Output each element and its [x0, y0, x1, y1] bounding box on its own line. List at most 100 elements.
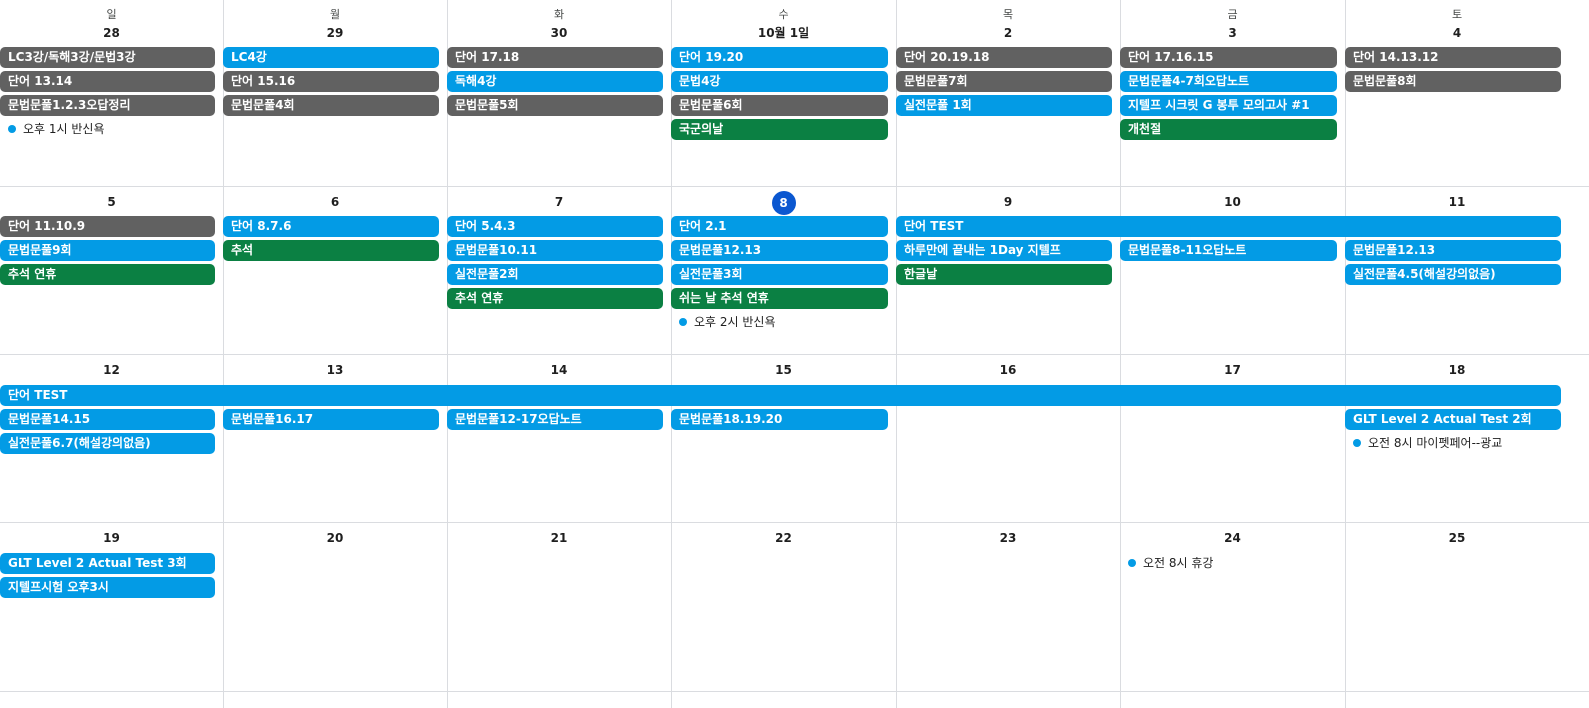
event-chip[interactable]: 문법문풀18.19.20 [671, 409, 888, 430]
event-chip[interactable]: 문법문풀7회 [896, 71, 1112, 92]
event-chip[interactable]: 단어 20.19.18 [896, 47, 1112, 68]
row-divider [0, 186, 1589, 187]
event-chip[interactable]: 단어 17.16.15 [1120, 47, 1337, 68]
timed-event[interactable]: 오전 8시 마이펫페어--광교 [1353, 433, 1502, 453]
day-number[interactable]: 23 [896, 528, 1120, 548]
day-number[interactable]: 6 [223, 192, 447, 212]
event-chip[interactable]: 단어 17.18 [447, 47, 663, 68]
calendar-color-dot [679, 317, 687, 326]
event-chip[interactable]: 단어 14.13.12 [1345, 47, 1561, 68]
event-chip[interactable]: 실전문풀 1회 [896, 95, 1112, 116]
event-chip[interactable]: 문법문풀14.15 [0, 409, 215, 430]
day-number[interactable]: 10 [1120, 192, 1345, 212]
event-chip[interactable]: LC4강 [223, 47, 439, 68]
day-number[interactable]: 18 [1345, 360, 1569, 380]
weekday-header: 일 [106, 8, 117, 21]
event-chip[interactable]: 국군의날 [671, 119, 888, 140]
event-chip[interactable]: 단어 11.10.9 [0, 216, 215, 237]
event-chip[interactable]: 추석 연휴 [0, 264, 215, 285]
day-number[interactable]: 2 [896, 23, 1120, 43]
month-calendar-grid: 일 월 화 수 목 금 토 28 29 30 10월 1일 2 3 4 LC3강/독해3강/문법3강 단어 1… [0, 0, 1589, 708]
event-chip[interactable]: 개천절 [1120, 119, 1337, 140]
event-chip[interactable]: 단어 19.20 [671, 47, 888, 68]
day-number[interactable]: 30 [447, 23, 671, 43]
timed-event[interactable]: 오후 2시 반신욕 [679, 312, 776, 332]
event-chip[interactable]: 지텔프 시크릿 G 봉투 모의고사 #1 [1120, 95, 1337, 116]
day-number[interactable]: 4 [1345, 23, 1569, 43]
day-number[interactable]: 19 [0, 528, 223, 548]
event-chip[interactable]: 단어 15.16 [223, 71, 439, 92]
event-chip[interactable]: 문법문풀4회 [223, 95, 439, 116]
row-divider [0, 522, 1589, 523]
day-number[interactable]: 9 [896, 192, 1120, 212]
event-chip[interactable]: LC3강/독해3강/문법3강 [0, 47, 215, 68]
weekday-header: 화 [553, 8, 565, 21]
event-chip[interactable]: GLT Level 2 Actual Test 3회 [0, 553, 215, 574]
day-number[interactable]: 15 [671, 360, 896, 380]
timed-event-label: 오전 8시 마이펫페어--광교 [1368, 436, 1503, 450]
day-number[interactable]: 21 [447, 528, 671, 548]
event-chip[interactable]: 단어 2.1 [671, 216, 888, 237]
event-chip[interactable]: 단어 8.7.6 [223, 216, 439, 237]
event-chip[interactable]: 한글날 [896, 264, 1112, 285]
event-chip[interactable]: 단어 TEST [0, 385, 1561, 406]
day-number[interactable]: 5 [0, 192, 223, 212]
day-number[interactable]: 14 [447, 360, 671, 380]
event-chip[interactable]: GLT Level 2 Actual Test 2회 [1345, 409, 1561, 430]
event-chip[interactable]: 문법문풀1.2.3오답정리 [0, 95, 215, 116]
event-chip[interactable]: 문법문풀6회 [671, 95, 888, 116]
timed-event[interactable]: 오후 1시 반신욕 [8, 119, 105, 139]
weekday-header: 수 [778, 8, 789, 21]
weekday-header: 금 [1227, 8, 1238, 21]
event-chip[interactable]: 문법문풀10.11 [447, 240, 663, 261]
event-chip[interactable]: 단어 13.14 [0, 71, 215, 92]
event-chip[interactable]: 쉬는 날 추석 연휴 [671, 288, 888, 309]
calendar-color-dot [1128, 558, 1136, 567]
event-chip[interactable]: 문법문풀5회 [447, 95, 663, 116]
timed-event-label: 오전 8시 휴강 [1143, 556, 1214, 570]
day-number[interactable]: 12 [0, 360, 223, 380]
event-chip[interactable]: 문법문풀4-7회오답노트 [1120, 71, 1337, 92]
weekday-header: 월 [329, 8, 341, 21]
day-number[interactable]: 11 [1345, 192, 1569, 212]
timed-event-label: 오후 2시 반신욕 [694, 315, 776, 329]
event-chip[interactable]: 추석 [223, 240, 439, 261]
event-chip[interactable]: 실전문풀3회 [671, 264, 888, 285]
day-number[interactable]: 24 [1120, 528, 1345, 548]
event-chip[interactable]: 문법문풀16.17 [223, 409, 439, 430]
event-chip[interactable]: 문법문풀12.13 [1345, 240, 1561, 261]
calendar-color-dot [1353, 438, 1361, 447]
event-chip[interactable]: 문법4강 [671, 71, 888, 92]
row-divider [0, 354, 1589, 355]
event-chip[interactable]: 실전문풀6.7(해설강의없음) [0, 433, 215, 454]
day-number[interactable]: 25 [1345, 528, 1569, 548]
event-chip[interactable]: 실전문풀4.5(해설강의없음) [1345, 264, 1561, 285]
day-number[interactable]: 13 [223, 360, 447, 380]
event-chip[interactable]: 문법문풀8-11오답노트 [1120, 240, 1337, 261]
day-number[interactable]: 20 [223, 528, 447, 548]
timed-event[interactable]: 오전 8시 휴강 [1128, 553, 1213, 573]
event-chip[interactable]: 추석 연휴 [447, 288, 663, 309]
day-number[interactable]: 29 [223, 23, 447, 43]
event-chip[interactable]: 문법문풀12.13 [671, 240, 888, 261]
event-chip[interactable]: 단어 TEST [896, 216, 1561, 237]
event-chip[interactable]: 하루만에 끝내는 1Day 지텔프 [896, 240, 1112, 261]
event-chip[interactable]: 단어 5.4.3 [447, 216, 663, 237]
event-chip[interactable]: 문법문풀9회 [0, 240, 215, 261]
day-number[interactable]: 17 [1120, 360, 1345, 380]
event-chip[interactable]: 문법문풀12-17오답노트 [447, 409, 663, 430]
day-number[interactable]: 10월 1일 [671, 23, 896, 43]
event-chip[interactable]: 문법문풀8회 [1345, 71, 1561, 92]
timed-event-label: 오후 1시 반신욕 [23, 122, 105, 136]
day-number[interactable]: 3 [1120, 23, 1345, 43]
today-date-indicator[interactable]: 8 [771, 191, 796, 215]
event-chip[interactable]: 독해4강 [447, 71, 663, 92]
event-chip[interactable]: 실전문풀2회 [447, 264, 663, 285]
row-divider [0, 691, 1589, 692]
weekday-header: 토 [1451, 8, 1463, 21]
day-number[interactable]: 22 [671, 528, 896, 548]
day-number[interactable]: 7 [447, 192, 671, 212]
day-number[interactable]: 16 [896, 360, 1120, 380]
day-number[interactable]: 28 [0, 23, 223, 43]
event-chip[interactable]: 지텔프시험 오후3시 [0, 577, 215, 598]
